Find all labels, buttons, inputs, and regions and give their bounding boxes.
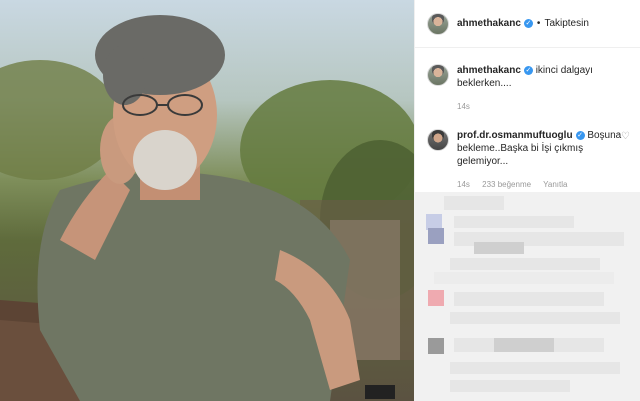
verified-badge-icon: ✓: [523, 19, 533, 28]
post-photo[interactable]: [0, 0, 414, 401]
obscured-comments: [414, 192, 640, 401]
author-username[interactable]: ahmethakanc: [457, 18, 521, 29]
caption: ahmethakanc ✓ ikinci dalgayı beklerken...…: [415, 64, 640, 113]
verified-badge-icon: ✓: [575, 130, 585, 140]
caption-avatar[interactable]: [427, 64, 449, 86]
author-avatar[interactable]: [427, 12, 449, 35]
comment-time[interactable]: 14s: [457, 180, 470, 189]
comment-meta: 14s 233 beğenme Yanıtla: [457, 178, 627, 191]
verified-badge-icon: ✓: [523, 65, 533, 75]
reply-button[interactable]: Yanıtla: [543, 180, 567, 189]
comment-username[interactable]: prof.dr.osmanmuftuoglu: [457, 130, 573, 141]
comment-item: prof.dr.osmanmuftuoglu ✓ Boşuna bekleme..…: [415, 129, 640, 191]
photo-illustration: [0, 15, 414, 401]
heart-icon[interactable]: ♡: [621, 131, 630, 142]
comment-likes[interactable]: 233 beğenme: [482, 180, 531, 189]
caption-meta: 14s: [457, 100, 627, 113]
separator-dot: •: [536, 18, 541, 29]
caption-time[interactable]: 14s: [457, 102, 470, 111]
follow-status-button[interactable]: Takiptesin: [544, 18, 588, 29]
caption-username[interactable]: ahmethakanc: [457, 65, 521, 76]
post-header: ahmethakanc ✓ • Takiptesin: [415, 0, 640, 48]
commenter-avatar[interactable]: [427, 129, 449, 151]
